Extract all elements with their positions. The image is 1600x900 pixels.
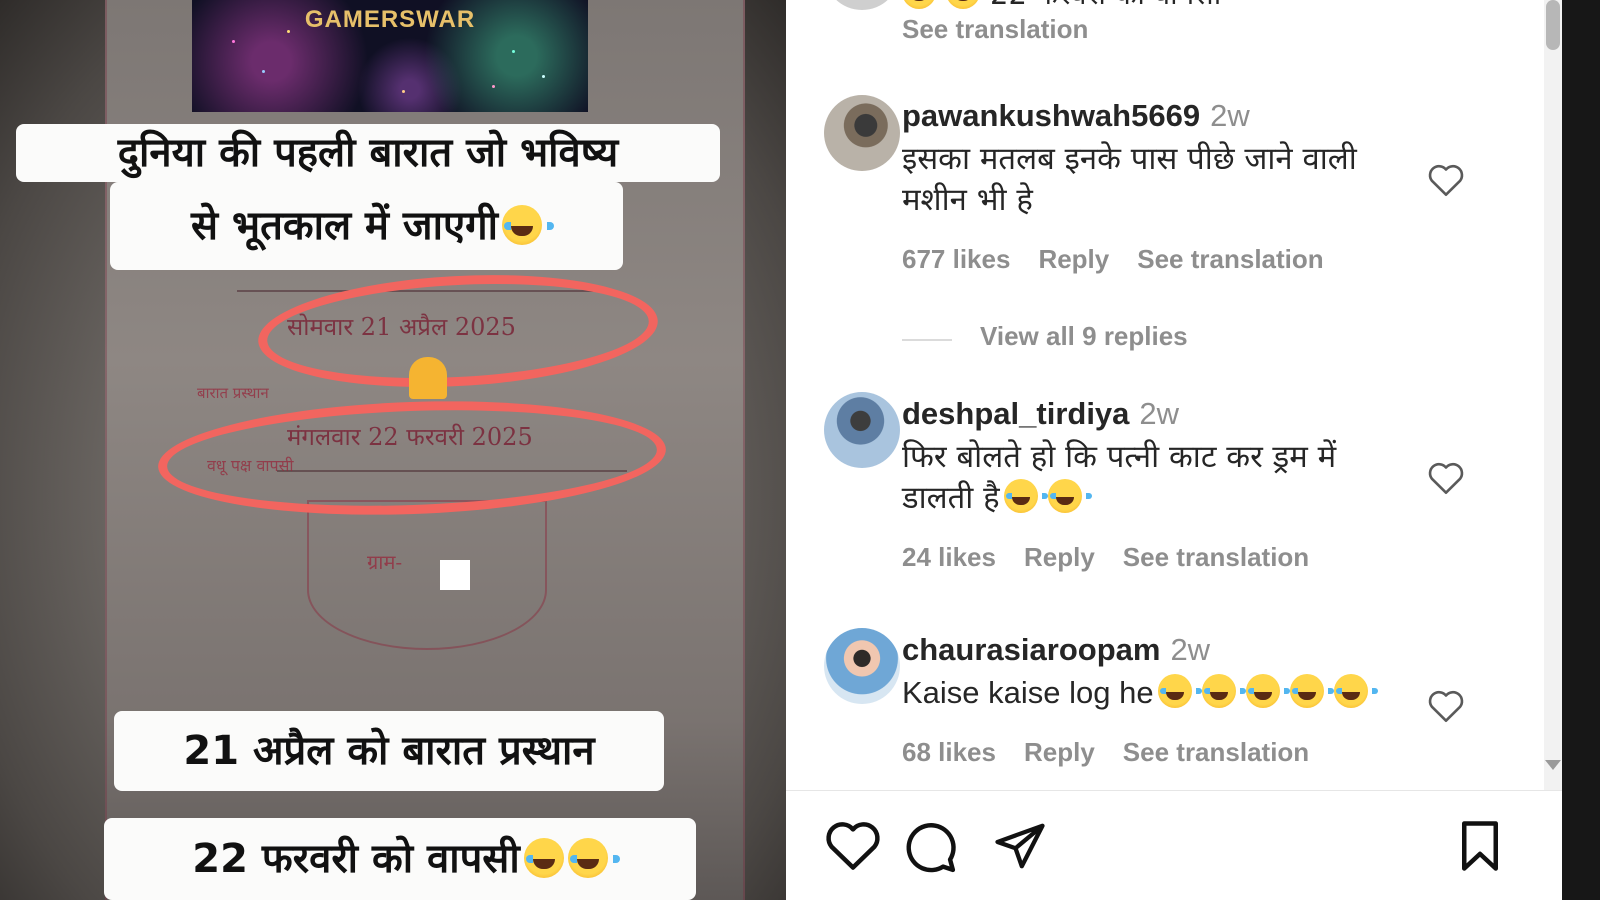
laughing-emoji-icon: [501, 205, 554, 245]
heart-icon[interactable]: [824, 819, 882, 871]
comment-text-partial: 22 फरवरी को वापसी: [902, 0, 1221, 13]
post-action-bar: [786, 790, 1562, 900]
scroll-down-arrow-icon[interactable]: [1545, 760, 1561, 770]
laughing-emoji-icon: [902, 0, 936, 9]
scrollbar-thumb[interactable]: [1546, 0, 1560, 50]
caption-bottom-2: 22 फरवरी को वापसी: [104, 818, 696, 900]
likes-count[interactable]: 24 likes: [902, 542, 996, 572]
laughing-emoji-icon: [1003, 479, 1048, 513]
likes-count[interactable]: 68 likes: [902, 737, 996, 767]
caption-top-line1: दुनिया की पहली बारात जो भविष्य: [16, 124, 720, 182]
avatar[interactable]: [824, 0, 900, 10]
comment-text: फिर बोलते हो कि पत्नी काट कर ड्रम में डा…: [902, 439, 1337, 516]
laughing-emoji-icon: [1289, 674, 1334, 708]
comment-like-heart-icon[interactable]: [1426, 460, 1466, 496]
video-frame[interactable]: सोमवार 21 अप्रैल 2025 बारात प्रस्थान मंग…: [0, 0, 786, 900]
username[interactable]: deshpal_tirdiya: [902, 396, 1129, 431]
comments-panel: 22 फरवरी को वापसी See translation pawank…: [786, 0, 1562, 900]
caption-top-line2: से भूतकाल में जाएगी: [110, 182, 623, 270]
card-ornament: [307, 500, 547, 650]
comment-icon[interactable]: [902, 819, 958, 875]
share-icon[interactable]: [992, 819, 1048, 873]
comment-header: deshpal_tirdiya 2w: [902, 396, 1179, 432]
banner-label: GAMERSWAR: [304, 6, 476, 33]
comment-meta: 677 likes Reply See translation: [902, 244, 1352, 275]
comment-like-heart-icon[interactable]: [1426, 688, 1466, 724]
laughing-emoji-icon: [946, 0, 980, 9]
comment-text: इसका मतलब इनके पास पीछे जाने वाली मशीन भ…: [902, 141, 1357, 218]
caption-bottom-1: 21 अप्रैल को बारात प्रस्थान: [114, 711, 664, 791]
laughing-emoji-icon: [1201, 674, 1246, 708]
comment-age: 2w: [1210, 98, 1250, 133]
reply-button[interactable]: Reply: [1024, 542, 1095, 572]
laughing-emoji-icon: [1333, 674, 1378, 708]
replies-divider: [902, 339, 952, 341]
reply-button[interactable]: Reply: [1038, 244, 1109, 274]
comment-meta: 24 likes Reply See translation: [902, 542, 1337, 573]
comment-age: 2w: [1139, 396, 1180, 431]
likes-count[interactable]: 677 likes: [902, 244, 1010, 274]
username[interactable]: chaurasiaroopam: [902, 632, 1160, 667]
username[interactable]: pawankushwah5669: [902, 98, 1200, 133]
scrollbar[interactable]: [1544, 0, 1562, 790]
comment-like-heart-icon[interactable]: [1426, 162, 1466, 198]
video-banner: GAMERSWAR: [192, 0, 588, 112]
white-marker: [440, 560, 470, 590]
see-translation-link[interactable]: See translation: [1123, 737, 1309, 767]
see-translation-link[interactable]: See translation: [902, 14, 1088, 45]
bookmark-icon[interactable]: [1456, 819, 1504, 873]
laughing-emoji-icon: [567, 838, 620, 878]
comment-age: 2w: [1170, 632, 1211, 667]
reply-button[interactable]: Reply: [1024, 737, 1095, 767]
card-label-1: बारात प्रस्थान: [197, 384, 269, 402]
window-edge: [1562, 0, 1600, 900]
view-replies-link[interactable]: View all 9 replies: [980, 321, 1188, 352]
comment-header: pawankushwah5669 2w: [902, 98, 1250, 134]
avatar[interactable]: [824, 628, 900, 704]
see-translation-link[interactable]: See translation: [1137, 244, 1323, 274]
avatar[interactable]: [824, 95, 900, 171]
comment-meta: 68 likes Reply See translation: [902, 737, 1337, 768]
see-translation-link[interactable]: See translation: [1123, 542, 1309, 572]
bell-icon: [409, 357, 447, 399]
laughing-emoji-icon: [523, 838, 576, 878]
comment-text: Kaise kaise log he: [902, 672, 1378, 713]
laughing-emoji-icon: [1157, 674, 1202, 708]
avatar[interactable]: [824, 392, 900, 468]
comment-header: chaurasiaroopam 2w: [902, 632, 1210, 668]
laughing-emoji-icon: [1245, 674, 1290, 708]
laughing-emoji-icon: [1047, 479, 1092, 513]
